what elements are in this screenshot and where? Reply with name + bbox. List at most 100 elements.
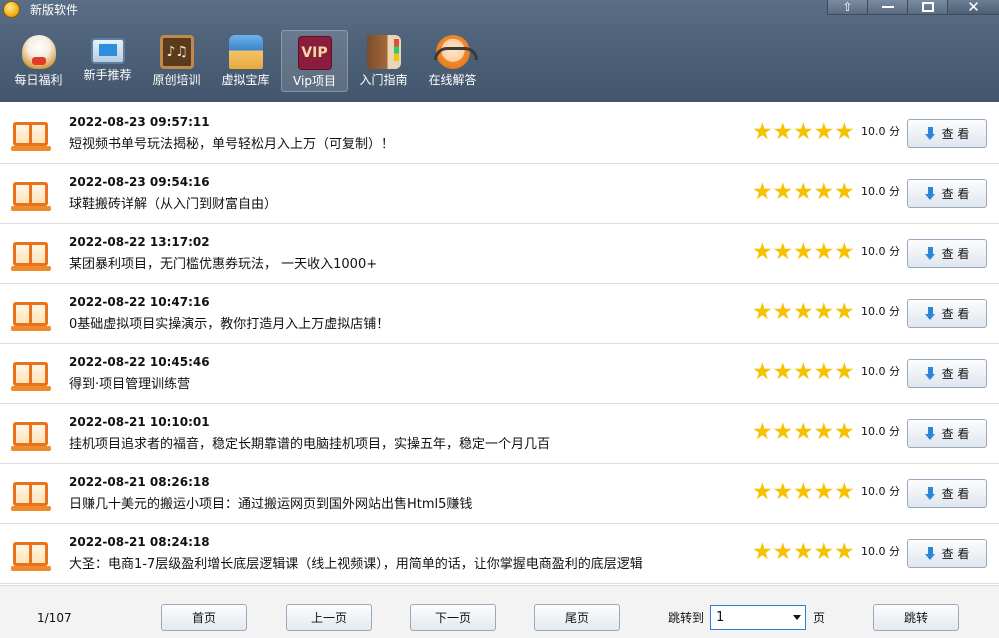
star-icon: ★ <box>834 359 855 385</box>
item-title[interactable]: 得到·项目管理训练营 <box>69 377 190 393</box>
view-button[interactable]: 查 看 <box>907 299 987 328</box>
download-arrow-icon <box>924 187 936 200</box>
project-list: 2022-08-23 09:57:11 短视频书单号玩法揭秘，单号轻松月入上万（可… <box>0 104 999 584</box>
star-icon: ★ <box>813 539 835 565</box>
star-icon: ★ <box>752 539 773 565</box>
prev-page-button[interactable]: 上一页 <box>286 604 372 631</box>
score-value: 10.0 <box>861 185 886 198</box>
title-toolbar-area: 新版软件 ⇧ ✕ 每日福利 新手推荐 原创培训 虚拟宝库 VIP Vip项目 <box>0 0 999 102</box>
star-icon: ★ <box>793 179 814 205</box>
toolbar-item-getting-started[interactable]: 入门指南 <box>350 30 417 92</box>
jump-page-value: 1 <box>716 610 725 625</box>
list-item[interactable]: 2022-08-23 09:57:11 短视频书单号玩法揭秘，单号轻松月入上万（可… <box>0 104 999 164</box>
maximize-button[interactable] <box>907 0 947 15</box>
item-title[interactable]: 球鞋搬砖详解（从入门到财富自由） <box>69 197 277 213</box>
score-unit: 分 <box>889 485 900 498</box>
star-icon: ★ <box>752 299 773 325</box>
item-title[interactable]: 挂机项目追求者的福音，稳定长期靠谱的电脑挂机项目，实操五年，稳定一个月几百 <box>69 437 550 453</box>
toolbar-item-online-help[interactable]: 在线解答 <box>419 30 486 92</box>
item-date: 2022-08-21 08:26:18 <box>69 475 210 489</box>
maximize-icon <box>921 2 934 12</box>
list-item[interactable]: 2022-08-22 13:17:02 某团暴利项目，无门槛优惠券玩法， 一天收入… <box>0 224 999 284</box>
skin-button[interactable]: ⇧ <box>827 0 867 15</box>
item-title[interactable]: 大圣：电商1-7层级盈利增长底层逻辑课（线上视频课），用简单的话，让你掌握电商盈… <box>69 557 643 573</box>
item-score: 10.0 分 <box>861 245 900 259</box>
star-icon: ★ <box>752 359 773 385</box>
list-item[interactable]: 2022-08-23 09:54:16 球鞋搬砖详解（从入门到财富自由） ★ ★ ★ ★ ★… <box>0 164 999 224</box>
download-arrow-icon <box>924 427 936 440</box>
score-unit: 分 <box>889 425 900 438</box>
download-arrow-icon <box>924 247 936 260</box>
toolbar-item-daily-welfare[interactable]: 每日福利 <box>5 30 72 92</box>
toolbar-item-label: Vip项目 <box>293 74 336 88</box>
star-icon: ★ <box>813 299 835 325</box>
item-score: 10.0 分 <box>861 545 900 559</box>
item-title[interactable]: 0基础虚拟项目实操演示，教你打造月入上万虚拟店铺！ <box>69 317 389 333</box>
first-page-button[interactable]: 首页 <box>161 604 247 631</box>
download-arrow-icon <box>924 127 936 140</box>
download-arrow-icon <box>924 307 936 320</box>
star-icon: ★ <box>752 179 773 205</box>
toolbar-item-label: 每日福利 <box>14 73 63 87</box>
star-icon: ★ <box>772 299 794 325</box>
jump-page-select[interactable]: 1 <box>710 605 806 630</box>
score-value: 10.0 <box>861 485 886 498</box>
star-icon: ★ <box>752 479 773 505</box>
view-button-label: 查 看 <box>941 307 970 321</box>
book-icon <box>11 418 51 452</box>
next-page-button[interactable]: 下一页 <box>410 604 496 631</box>
view-button[interactable]: 查 看 <box>907 479 987 508</box>
rating-stars: ★ ★ ★ ★ ★ <box>752 539 855 565</box>
view-button-label: 查 看 <box>941 247 970 261</box>
view-button[interactable]: 查 看 <box>907 359 987 388</box>
item-date: 2022-08-22 13:17:02 <box>69 235 210 249</box>
score-unit: 分 <box>889 245 900 258</box>
close-button[interactable]: ✕ <box>947 0 999 15</box>
view-button[interactable]: 查 看 <box>907 239 987 268</box>
last-page-button[interactable]: 尾页 <box>534 604 620 631</box>
rating-stars: ★ ★ ★ ★ ★ <box>752 119 855 145</box>
score-value: 10.0 <box>861 245 886 258</box>
view-button[interactable]: 查 看 <box>907 539 987 568</box>
item-title[interactable]: 某团暴利项目，无门槛优惠券玩法， 一天收入1000+ <box>69 257 377 273</box>
score-unit: 分 <box>889 365 900 378</box>
list-item[interactable]: 2022-08-21 08:26:18 日赚几十美元的搬运小项目：通过搬运网页到国… <box>0 464 999 524</box>
star-icon: ★ <box>752 119 773 145</box>
book-icon <box>11 538 51 572</box>
item-title[interactable]: 短视频书单号玩法揭秘，单号轻松月入上万（可复制）！ <box>69 137 394 153</box>
list-item[interactable]: 2022-08-22 10:45:46 得到·项目管理训练营 ★ ★ ★ ★ ★ 10.0 分… <box>0 344 999 404</box>
star-icon: ★ <box>834 179 855 205</box>
star-icon: ★ <box>813 179 835 205</box>
toolbar-item-label: 在线解答 <box>428 73 477 87</box>
toolbar-item-label: 虚拟宝库 <box>221 73 270 87</box>
view-button[interactable]: 查 看 <box>907 119 987 148</box>
app-logo-icon <box>3 1 20 18</box>
toolbar-item-original-training[interactable]: 原创培训 <box>143 30 210 92</box>
toolbar-item-vip-projects[interactable]: VIP Vip项目 <box>281 30 348 92</box>
star-icon: ★ <box>793 419 814 445</box>
list-item[interactable]: 2022-08-21 08:24:18 大圣：电商1-7层级盈利增长底层逻辑课（线… <box>0 524 999 584</box>
view-button[interactable]: 查 看 <box>907 179 987 208</box>
jump-button[interactable]: 跳转 <box>873 604 959 631</box>
score-unit: 分 <box>889 125 900 138</box>
item-title[interactable]: 日赚几十美元的搬运小项目：通过搬运网页到国外网站出售Html5赚钱 <box>69 497 472 513</box>
star-icon: ★ <box>793 239 814 265</box>
item-score: 10.0 分 <box>861 485 900 499</box>
pagination-bar: 1/107 首页 上一页 下一页 尾页 跳转到 1 页 跳转 <box>0 585 999 638</box>
view-button[interactable]: 查 看 <box>907 419 987 448</box>
dropdown-arrow-icon <box>793 615 801 620</box>
star-icon: ★ <box>793 539 814 565</box>
window-title: 新版软件 <box>30 3 79 17</box>
toolbar-item-virtual-library[interactable]: 虚拟宝库 <box>212 30 279 92</box>
minimize-button[interactable] <box>867 0 907 15</box>
item-date: 2022-08-22 10:47:16 <box>69 295 210 309</box>
star-icon: ★ <box>834 419 855 445</box>
star-icon: ★ <box>772 419 794 445</box>
toolbar-item-label: 新手推荐 <box>83 68 132 82</box>
list-item[interactable]: 2022-08-21 10:10:01 挂机项目追求者的福音，稳定长期靠谱的电脑挂… <box>0 404 999 464</box>
item-score: 10.0 分 <box>861 365 900 379</box>
lucky-cat-icon <box>21 35 56 69</box>
list-item[interactable]: 2022-08-22 10:47:16 0基础虚拟项目实操演示，教你打造月入上万虚… <box>0 284 999 344</box>
toolbar-item-beginner-picks[interactable]: 新手推荐 <box>74 30 141 92</box>
item-score: 10.0 分 <box>861 125 900 139</box>
